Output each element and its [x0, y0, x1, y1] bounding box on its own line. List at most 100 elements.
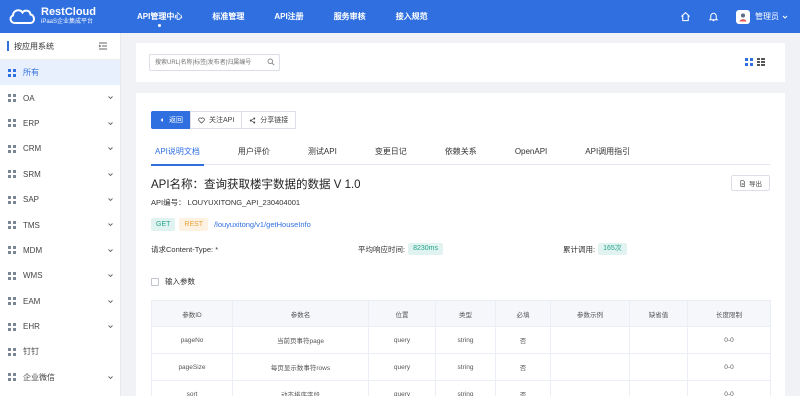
- table-cell: string: [435, 353, 496, 381]
- chevron-down-icon[interactable]: [107, 374, 114, 381]
- sidebar-header: 按应用系统: [0, 33, 120, 60]
- sidebar-item-label: 企业微信: [23, 372, 55, 382]
- action-buttons: 返回 关注API 分享链接: [151, 111, 297, 129]
- tab-dependencies[interactable]: 依赖关系: [441, 143, 481, 165]
- content-type-text: 请求Content-Type: *: [151, 244, 219, 254]
- chevron-down-icon[interactable]: [107, 120, 114, 127]
- sidebar-item[interactable]: SAP: [0, 187, 120, 212]
- back-button[interactable]: 返回: [151, 111, 191, 129]
- arrow-left-icon: [160, 118, 163, 122]
- table-cell: 动态排序字段: [232, 380, 369, 396]
- brand-logo[interactable]: RestCloud iPaaS企业集成平台: [7, 5, 96, 27]
- chevron-down-icon[interactable]: [107, 272, 114, 279]
- follow-api-label: 关注API: [209, 117, 235, 124]
- nav-item-access-spec[interactable]: 接入规范: [387, 0, 437, 33]
- sidebar-item[interactable]: WMS: [0, 263, 120, 288]
- bell-icon[interactable]: [706, 10, 720, 24]
- method-badge: GET: [151, 218, 176, 231]
- tab-test-api[interactable]: 测试API: [304, 143, 341, 165]
- avatar[interactable]: [736, 9, 750, 24]
- chevron-down-icon[interactable]: [782, 14, 788, 20]
- table-row: sort 动态排序字段 query string 否 0-0: [151, 380, 771, 396]
- search-input[interactable]: [149, 54, 280, 71]
- table-cell: [550, 353, 630, 381]
- table-cell: 否: [495, 380, 551, 396]
- sidebar-item[interactable]: OA: [0, 85, 120, 110]
- table-cell: string: [435, 380, 496, 396]
- share-link-label: 分享链接: [260, 117, 289, 124]
- tab-api-call-guide[interactable]: API调用指引: [581, 143, 634, 165]
- nav-item-service-review[interactable]: 服务审核: [325, 0, 375, 33]
- table-cell: pageNo: [151, 326, 233, 354]
- top-header: RestCloud iPaaS企业集成平台 API管理中心 标准管理 API注册…: [0, 0, 800, 33]
- tab-openapi[interactable]: OpenAPI: [511, 143, 551, 165]
- avg-response-time-badge: 8230ms: [408, 243, 443, 255]
- sidebar-collapse-icon[interactable]: [98, 41, 108, 51]
- follow-api-button[interactable]: 关注API: [190, 111, 243, 129]
- brand-subtitle: iPaaS企业集成平台: [41, 18, 94, 25]
- share-link-button[interactable]: 分享链接: [241, 111, 297, 129]
- api-metrics: 请求Content-Type: * 平均响应时间: 8230ms 累计调用: 1…: [151, 242, 770, 256]
- input-params-header: 输入参数: [151, 276, 195, 287]
- grid-view-icon[interactable]: [745, 58, 753, 66]
- chevron-down-icon[interactable]: [107, 323, 114, 330]
- table-row: pageSize 每页显示数事符rows query string 否 0-0: [151, 353, 771, 381]
- app-grid-icon: [8, 271, 16, 280]
- api-detail-panel: 返回 关注API 分享链接 API说明文档 用户评价 测试API 变更日记 依赖…: [136, 93, 785, 396]
- search-icon[interactable]: [267, 58, 275, 66]
- total-calls: 累计调用: 165次: [563, 242, 627, 256]
- sidebar-item[interactable]: EHR: [0, 314, 120, 339]
- table-header-row: 参数ID 参数名 位置 类型 必填 参数示例 缺省值 长度限制: [151, 300, 771, 327]
- app-grid-icon: [8, 322, 16, 331]
- tab-api-docs[interactable]: API说明文档: [151, 143, 204, 166]
- sidebar-item-label: TMS: [23, 220, 40, 230]
- chevron-down-icon[interactable]: [107, 196, 114, 203]
- nav-item-standards[interactable]: 标准管理: [203, 0, 253, 33]
- tab-change-log[interactable]: 变更日记: [371, 143, 411, 165]
- table-cell: 每页显示数事符rows: [232, 353, 369, 381]
- sidebar-item[interactable]: 钉钉: [0, 339, 120, 364]
- user-name[interactable]: 管理员: [755, 11, 779, 22]
- table-cell: [629, 353, 688, 381]
- nav-item-api-register[interactable]: API注册: [265, 0, 312, 33]
- app-grid-icon: [8, 94, 16, 103]
- sidebar-item-label: 所有: [23, 68, 39, 78]
- app-grid-icon: [8, 144, 16, 153]
- chevron-down-icon[interactable]: [107, 247, 114, 254]
- table-cell: 否: [495, 353, 551, 381]
- sidebar-item[interactable]: MDM: [0, 238, 120, 263]
- sidebar-item-label: MDM: [23, 245, 43, 255]
- sidebar-title: 按应用系统: [14, 41, 54, 51]
- list-view-icon[interactable]: [757, 58, 765, 66]
- sidebar-item[interactable]: CRM: [0, 136, 120, 161]
- nav-item-api-center[interactable]: API管理中心: [128, 0, 191, 33]
- chevron-down-icon[interactable]: [107, 145, 114, 152]
- sidebar-item[interactable]: 所有: [0, 60, 120, 86]
- sidebar-item-label: SRM: [23, 169, 41, 179]
- app-grid-icon: [8, 170, 16, 179]
- chevron-down-icon[interactable]: [107, 221, 114, 228]
- sidebar-item-label: WMS: [23, 271, 43, 281]
- app-grid-icon: [8, 246, 16, 255]
- input-params-checkbox[interactable]: [151, 277, 159, 286]
- table-row: pageNo 当前页事符page query string 否 0-0: [151, 326, 771, 354]
- table-cell: query: [368, 326, 436, 354]
- chevron-down-icon[interactable]: [107, 171, 114, 178]
- tab-user-reviews[interactable]: 用户评价: [234, 143, 274, 165]
- table-cell: [629, 380, 688, 396]
- chevron-down-icon[interactable]: [107, 94, 114, 101]
- app-grid-icon: [8, 297, 16, 306]
- export-button[interactable]: 导出: [731, 175, 770, 191]
- chevron-down-icon[interactable]: [107, 298, 114, 305]
- detail-tabs: API说明文档 用户评价 测试API 变更日记 依赖关系 OpenAPI API…: [151, 143, 770, 166]
- heart-icon: [198, 117, 205, 124]
- sidebar-item[interactable]: 企业微信: [0, 365, 120, 390]
- sidebar-item[interactable]: EAM: [0, 289, 120, 314]
- sidebar-item[interactable]: ERP: [0, 111, 120, 136]
- sidebar-item[interactable]: SRM: [0, 162, 120, 187]
- table-cell: 否: [495, 326, 551, 354]
- home-icon[interactable]: [678, 10, 692, 24]
- api-path-link[interactable]: /louyuxitong/v1/getHouseInfo: [214, 220, 311, 229]
- sidebar-item[interactable]: TMS: [0, 212, 120, 237]
- table-cell: pageSize: [151, 353, 233, 381]
